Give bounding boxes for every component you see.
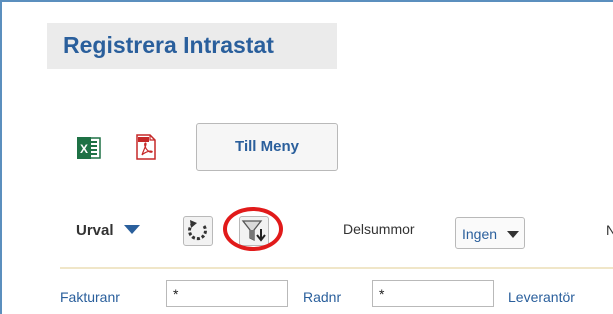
delsummor-select[interactable]: Ingen — [455, 217, 525, 249]
refresh-button[interactable] — [183, 216, 213, 246]
radnr-label: Radnr — [303, 289, 342, 305]
chevron-down-icon — [507, 231, 519, 238]
refresh-icon — [188, 220, 207, 241]
delsummor-label: Delsummor — [343, 221, 415, 237]
till-meny-button[interactable]: Till Meny — [196, 123, 338, 171]
radnr-input[interactable] — [372, 280, 494, 307]
title-bar: Registrera Intrastat — [47, 23, 337, 69]
truncated-label: N — [606, 222, 613, 238]
delsummor-value: Ingen — [462, 226, 498, 242]
page-title: Registrera Intrastat — [63, 32, 274, 58]
divider — [60, 267, 613, 269]
leverantor-label: Leverantör — [508, 289, 575, 305]
fakturanr-input[interactable] — [166, 280, 288, 307]
svg-text:X: X — [80, 142, 88, 156]
excel-icon[interactable]: X — [77, 136, 101, 160]
caret-down-icon[interactable] — [124, 225, 140, 234]
highlight-circle — [223, 207, 283, 251]
urval-toggle[interactable]: Urval — [76, 222, 114, 239]
pdf-icon[interactable] — [135, 134, 157, 160]
fakturanr-label: Fakturanr — [60, 289, 120, 305]
